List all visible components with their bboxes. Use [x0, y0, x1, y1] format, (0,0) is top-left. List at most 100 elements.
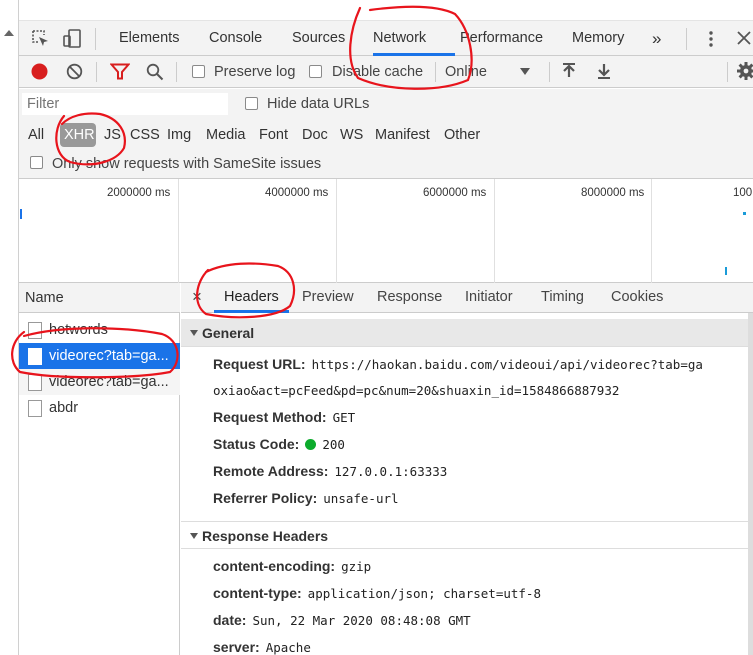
tick-label: 6000000 ms — [423, 187, 487, 199]
request-url-key: Request URL: — [213, 356, 306, 372]
header-key: server: — [213, 639, 260, 655]
tab-timing[interactable]: Timing — [541, 289, 584, 305]
samesite-checkbox[interactable] — [30, 156, 43, 169]
referrer-policy-value: unsafe-url — [323, 491, 399, 506]
kebab-menu-icon[interactable] — [708, 30, 714, 48]
tab-console[interactable]: Console — [209, 21, 262, 56]
preserve-log-label: Preserve log — [214, 64, 296, 80]
request-method-row: Request Method: GET — [213, 409, 355, 425]
request-name: videorec?tab=ga... — [49, 348, 169, 364]
left-gutter — [0, 0, 19, 655]
response-header-row: server: Apache — [213, 639, 311, 655]
header-value: Sun, 22 Mar 2020 08:48:08 GMT — [252, 613, 471, 628]
detail-tabbar: × Headers Preview Response Initiator Tim… — [181, 283, 753, 313]
device-toolbar-icon[interactable] — [62, 28, 83, 49]
preserve-log-checkbox[interactable] — [192, 65, 205, 78]
tab-performance[interactable]: Performance — [460, 21, 543, 56]
timeline-request-bar — [20, 209, 22, 219]
status-code-row: Status Code: 200 — [213, 436, 345, 452]
close-icon[interactable] — [735, 28, 753, 48]
request-name: abdr — [49, 400, 79, 416]
timeline-overview[interactable]: 2000000 ms 4000000 ms 6000000 ms 8000000… — [19, 179, 753, 283]
table-row[interactable]: videorec?tab=ga... — [19, 369, 180, 395]
tab-memory[interactable]: Memory — [572, 21, 624, 56]
file-icon — [28, 348, 42, 365]
tab-headers[interactable]: Headers — [224, 289, 279, 305]
table-row[interactable]: hotwords — [19, 317, 180, 343]
header-value: gzip — [341, 559, 372, 574]
caret-up-icon[interactable] — [4, 30, 14, 36]
type-img[interactable]: Img — [167, 127, 191, 144]
detail-scrollbar[interactable] — [748, 313, 753, 655]
hide-data-urls-label: Hide data URLs — [267, 96, 370, 112]
close-icon[interactable]: × — [192, 287, 202, 307]
request-detail-pane: × Headers Preview Response Initiator Tim… — [181, 283, 753, 655]
disable-cache-checkbox[interactable] — [309, 65, 322, 78]
type-font[interactable]: Font — [259, 127, 288, 144]
chevron-double-right-icon[interactable]: » — [652, 21, 661, 56]
type-doc[interactable]: Doc — [302, 127, 328, 144]
tab-initiator[interactable]: Initiator — [465, 289, 513, 305]
filter-icon[interactable] — [109, 63, 131, 80]
tick-label: 100 — [733, 187, 753, 199]
hide-data-urls-checkbox[interactable] — [245, 97, 258, 110]
type-media[interactable]: Media — [206, 127, 246, 144]
referrer-policy-row: Referrer Policy: unsafe-url — [213, 490, 399, 506]
inspect-element-icon[interactable] — [31, 29, 50, 48]
remote-address-key: Remote Address: — [213, 463, 329, 479]
search-icon[interactable] — [146, 63, 164, 81]
tab-elements[interactable]: Elements — [119, 21, 179, 56]
import-icon[interactable] — [561, 62, 577, 81]
tab-network[interactable]: Network — [373, 21, 426, 56]
disable-cache-label: Disable cache — [332, 64, 424, 80]
timeline-request-bar — [743, 212, 746, 215]
response-header-row: content-type: application/json; charset=u… — [213, 585, 541, 601]
tab-sources[interactable]: Sources — [292, 21, 345, 56]
response-header-row: date: Sun, 22 Mar 2020 08:48:08 GMT — [213, 612, 471, 628]
request-name: videorec?tab=ga... — [49, 374, 169, 390]
tab-response[interactable]: Response — [377, 289, 442, 305]
general-section-header[interactable]: General — [181, 319, 748, 347]
tab-cookies[interactable]: Cookies — [611, 289, 663, 305]
tab-preview[interactable]: Preview — [302, 289, 354, 305]
response-headers-section-header[interactable]: Response Headers — [181, 521, 748, 549]
filter-row: Hide data URLs — [19, 89, 753, 119]
caret-down-icon[interactable] — [520, 68, 530, 75]
record-icon[interactable] — [30, 62, 49, 81]
type-other[interactable]: Other — [444, 127, 480, 144]
type-js[interactable]: JS — [104, 127, 121, 144]
type-xhr[interactable]: XHR — [64, 127, 95, 144]
table-row[interactable]: abdr — [19, 395, 180, 421]
network-toolbar: Preserve log Disable cache Online — [19, 56, 753, 88]
request-url-row: Request URL: https://haokan.baidu.com/vid… — [213, 356, 703, 372]
table-row[interactable]: videorec?tab=ga... — [19, 343, 180, 369]
status-code-value: 200 — [322, 437, 345, 452]
request-name: hotwords — [49, 322, 108, 338]
request-method-value: GET — [332, 410, 356, 425]
name-header-label: Name — [25, 290, 64, 306]
header-value: application/json; charset=utf-8 — [307, 586, 541, 601]
throttle-select[interactable]: Online — [445, 64, 487, 80]
general-section-title: General — [202, 325, 255, 341]
type-ws[interactable]: WS — [340, 127, 363, 144]
gear-icon[interactable] — [737, 62, 753, 80]
filter-input[interactable] — [22, 93, 228, 115]
active-tab-indicator — [214, 310, 289, 313]
type-all[interactable]: All — [28, 127, 44, 144]
export-icon[interactable] — [596, 62, 612, 81]
header-key: content-encoding: — [213, 558, 336, 574]
devtools-tabbar: Elements Console Sources Network Perform… — [19, 20, 753, 56]
status-code-key: Status Code: — [213, 436, 300, 452]
clear-icon[interactable] — [66, 63, 83, 80]
response-headers-title: Response Headers — [202, 528, 329, 544]
type-manifest[interactable]: Manifest — [375, 127, 430, 144]
samesite-label: Only show requests with SameSite issues — [52, 156, 322, 172]
type-css[interactable]: CSS — [130, 127, 160, 144]
response-header-row: content-encoding: gzip — [213, 558, 371, 574]
name-column-header[interactable]: Name — [19, 283, 180, 313]
request-list: Name hotwords videorec?tab=ga... videore… — [19, 283, 180, 655]
referrer-policy-key: Referrer Policy: — [213, 490, 318, 506]
file-icon — [28, 322, 42, 339]
triangle-down-icon — [190, 533, 198, 539]
tick-label: 8000000 ms — [581, 187, 645, 199]
